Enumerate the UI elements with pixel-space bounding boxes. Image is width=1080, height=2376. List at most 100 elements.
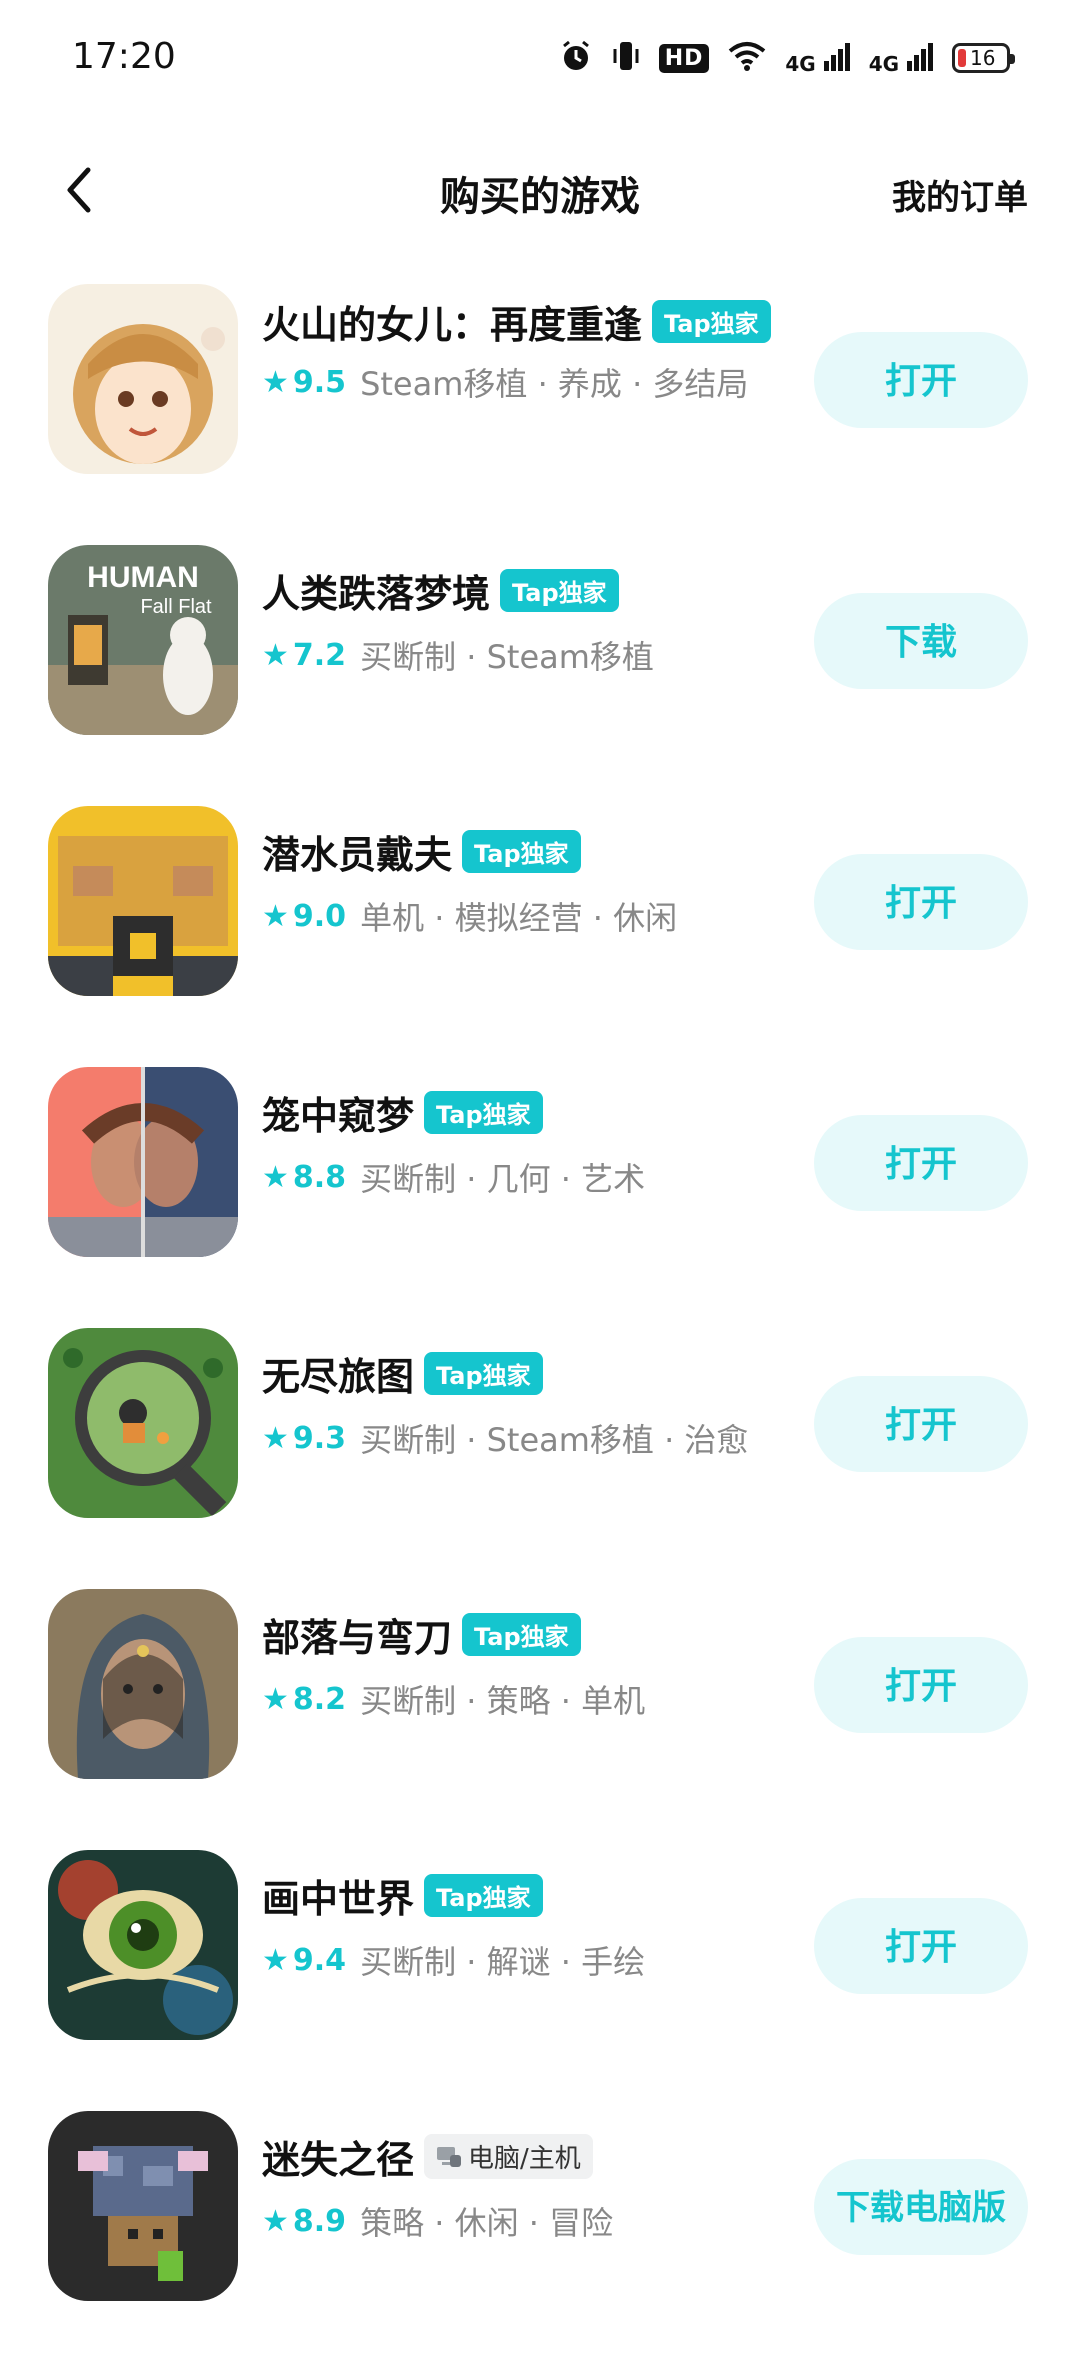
status-time: 17:20 — [72, 36, 176, 77]
purchased-games-list: 火山的女儿：再度重逢 Tap独家 ★ 9.5 Steam移植 · 养成 · 多结局… — [0, 262, 1080, 2350]
game-tags: 单机 · 模拟经营 · 休闲 — [360, 899, 678, 937]
vibrate-icon — [611, 39, 641, 77]
game-info: 笼中窥梦 Tap独家 ★ 8.8 买断制 · 几何 · 艺术 — [262, 1085, 782, 1200]
game-icon[interactable] — [48, 1589, 238, 1779]
tap-exclusive-badge: Tap独家 — [500, 569, 619, 612]
game-tags: 买断制 · Steam移植 · 治愈 — [360, 1421, 749, 1459]
wifi-icon — [727, 40, 767, 76]
rating-value: 9.0 — [292, 898, 347, 934]
my-orders-link[interactable]: 我的订单 — [892, 170, 1028, 219]
network-type-label: 4G — [868, 51, 900, 76]
rating: ★ 8.2 — [262, 1682, 346, 1717]
game-title: 迷失之径 — [262, 2138, 415, 2182]
tap-exclusive-badge: Tap独家 — [462, 1613, 581, 1656]
rating: ★ 9.5 — [262, 365, 346, 400]
game-title: 画中世界 — [262, 1877, 415, 1921]
pc-console-badge: 电脑/主机 — [424, 2134, 593, 2179]
game-info: 火山的女儿：再度重逢 Tap独家 ★ 9.5 Steam移植 · 养成 · 多结局 — [262, 294, 782, 405]
star-icon: ★ — [262, 637, 289, 673]
game-title: 人类跌落梦境 — [262, 572, 491, 616]
open-button[interactable]: 打开 — [814, 854, 1028, 950]
star-icon: ★ — [262, 2203, 289, 2239]
status-bar: 17:20 HD 4G 4G 16 — [0, 0, 1080, 120]
rating: ★ 9.0 — [262, 899, 346, 934]
rating-value: 7.2 — [292, 637, 347, 673]
alarm-icon — [559, 39, 593, 77]
game-title: 笼中窥梦 — [262, 1094, 415, 1138]
rating: ★ 9.3 — [262, 1421, 346, 1456]
rating-value: 8.9 — [292, 2203, 347, 2239]
game-tags: 买断制 · 几何 · 艺术 — [360, 1160, 646, 1198]
game-icon[interactable] — [48, 2111, 238, 2301]
pc-console-icon — [437, 2146, 462, 2167]
signal-4g-icon: 4G — [869, 41, 934, 76]
game-icon[interactable] — [48, 284, 238, 474]
game-row[interactable]: 潜水员戴夫 Tap独家 ★ 9.0 单机 · 模拟经营 · 休闲 打开 — [0, 784, 1080, 1045]
game-row[interactable]: 迷失之径 电脑/主机 ★ 8.9 策略 · 休闲 · 冒险 下载电脑版 — [0, 2089, 1080, 2350]
game-title: 部落与弯刀 — [262, 1616, 453, 1660]
game-row[interactable]: 无尽旅图 Tap独家 ★ 9.3 买断制 · Steam移植 · 治愈 打开 — [0, 1306, 1080, 1567]
hd-icon: HD — [658, 43, 710, 73]
star-icon: ★ — [262, 1159, 289, 1195]
game-icon[interactable] — [48, 1850, 238, 2040]
game-info: 无尽旅图 Tap独家 ★ 9.3 买断制 · Steam移植 · 治愈 — [262, 1346, 782, 1461]
fall-flat-logo-text: Fall Flat — [140, 596, 212, 618]
rating-value: 9.3 — [292, 1420, 347, 1456]
star-icon: ★ — [262, 1942, 289, 1978]
open-button[interactable]: 打开 — [814, 1637, 1028, 1733]
download-pc-version-button[interactable]: 下载电脑版 — [814, 2159, 1028, 2255]
game-title: 火山的女儿：再度重逢 — [262, 303, 643, 347]
status-icons: HD 4G 4G 16 — [559, 36, 1015, 80]
star-icon: ★ — [262, 1420, 289, 1456]
signal-4g-icon: 4G — [785, 41, 850, 76]
tap-exclusive-badge: Tap独家 — [652, 300, 771, 343]
game-icon[interactable] — [48, 1328, 238, 1518]
tap-exclusive-badge: Tap独家 — [462, 830, 581, 873]
game-info: 迷失之径 电脑/主机 ★ 8.9 策略 · 休闲 · 冒险 — [262, 2129, 782, 2244]
game-info: 人类跌落梦境 Tap独家 ★ 7.2 买断制 · Steam移植 — [262, 563, 782, 678]
game-row[interactable]: 笼中窥梦 Tap独家 ★ 8.8 买断制 · 几何 · 艺术 打开 — [0, 1045, 1080, 1306]
game-row[interactable]: 火山的女儿：再度重逢 Tap独家 ★ 9.5 Steam移植 · 养成 · 多结局… — [0, 262, 1080, 523]
game-icon[interactable]: HUMAN Fall Flat — [48, 545, 238, 735]
download-button[interactable]: 下载 — [814, 593, 1028, 689]
battery-icon: 16 — [952, 43, 1015, 73]
open-button[interactable]: 打开 — [814, 1898, 1028, 1994]
game-row[interactable]: HUMAN Fall Flat 人类跌落梦境 Tap独家 ★ 7.2 买断制 · … — [0, 523, 1080, 784]
game-row[interactable]: 部落与弯刀 Tap独家 ★ 8.2 买断制 · 策略 · 单机 打开 — [0, 1567, 1080, 1828]
game-tags: 买断制 · Steam移植 — [360, 638, 654, 676]
battery-level: 16 — [970, 46, 996, 70]
human-logo-text: HUMAN — [87, 561, 199, 594]
game-tags: 买断制 · 策略 · 单机 — [360, 1682, 646, 1720]
game-tags: 策略 · 休闲 · 冒险 — [360, 2204, 614, 2242]
rating: ★ 8.8 — [262, 1160, 346, 1195]
game-tags: Steam移植 · 养成 · 多结局 — [360, 365, 749, 403]
game-info: 画中世界 Tap独家 ★ 9.4 买断制 · 解谜 · 手绘 — [262, 1868, 782, 1983]
game-icon[interactable] — [48, 806, 238, 996]
star-icon: ★ — [262, 364, 289, 400]
star-icon: ★ — [262, 898, 289, 934]
star-icon: ★ — [262, 1681, 289, 1717]
pc-console-label: 电脑/主机 — [468, 2144, 581, 2174]
open-button[interactable]: 打开 — [814, 1376, 1028, 1472]
network-type-label: 4G — [785, 51, 816, 76]
rating-value: 9.5 — [292, 364, 347, 400]
rating: ★ 8.9 — [262, 2204, 346, 2239]
tap-exclusive-badge: Tap独家 — [424, 1091, 543, 1134]
rating-value: 9.4 — [292, 1942, 347, 1978]
tap-exclusive-badge: Tap独家 — [424, 1874, 543, 1917]
open-button[interactable]: 打开 — [814, 1115, 1028, 1211]
game-info: 部落与弯刀 Tap独家 ★ 8.2 买断制 · 策略 · 单机 — [262, 1607, 782, 1722]
rating: ★ 7.2 — [262, 638, 346, 673]
rating: ★ 9.4 — [262, 1943, 346, 1978]
open-button[interactable]: 打开 — [814, 332, 1028, 428]
game-info: 潜水员戴夫 Tap独家 ★ 9.0 单机 · 模拟经营 · 休闲 — [262, 824, 782, 939]
game-title: 潜水员戴夫 — [262, 833, 453, 877]
tap-exclusive-badge: Tap独家 — [424, 1352, 543, 1395]
game-icon[interactable] — [48, 1067, 238, 1257]
top-nav-bar: 购买的游戏 我的订单 — [0, 140, 1080, 240]
rating-value: 8.2 — [292, 1681, 347, 1717]
rating-value: 8.8 — [292, 1159, 347, 1195]
game-tags: 买断制 · 解谜 · 手绘 — [360, 1943, 646, 1981]
game-row[interactable]: 画中世界 Tap独家 ★ 9.4 买断制 · 解谜 · 手绘 打开 — [0, 1828, 1080, 2089]
game-title: 无尽旅图 — [262, 1355, 415, 1399]
